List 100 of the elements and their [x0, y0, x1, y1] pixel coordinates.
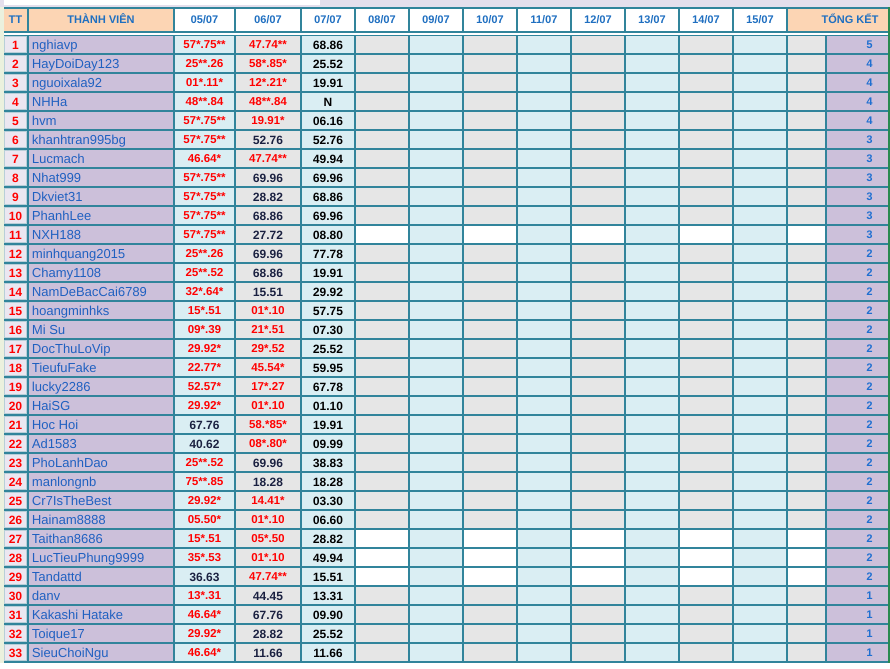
- member-name-cell: Mi Su: [28, 321, 173, 338]
- score-cell: 01*.11*: [174, 74, 234, 91]
- score-cell: 08*.80*: [236, 435, 300, 452]
- score-cell: 15*.51: [174, 530, 234, 547]
- member-name-cell: Toique17: [28, 625, 173, 642]
- total-cell: 4: [826, 93, 888, 110]
- row-number-cell: 13: [4, 264, 27, 281]
- column-header: 08/07: [356, 9, 408, 31]
- total-cell: 2: [826, 397, 888, 414]
- score-cell: 36.63: [174, 568, 234, 585]
- score-cell: 49.94: [302, 549, 354, 566]
- score-cell: 25**.26: [174, 55, 234, 72]
- column-header: 06/07: [236, 9, 300, 31]
- total-cell: 3: [826, 188, 888, 205]
- score-cell: 69.96: [236, 454, 300, 471]
- column-header: 13/07: [626, 9, 678, 31]
- score-cell: 05*.50: [236, 530, 300, 547]
- score-cell: 57*.75**: [174, 226, 234, 243]
- member-name-cell: hoangminhks: [28, 302, 173, 319]
- score-cell: 15*.51: [174, 302, 234, 319]
- score-cell: 69.96: [302, 169, 354, 186]
- score-cell: 52.76: [236, 131, 300, 148]
- score-cell: 47.74**: [236, 36, 300, 53]
- member-name-cell: Kakashi Hatake: [28, 606, 173, 623]
- score-cell: 47.74**: [236, 150, 300, 167]
- column-header: 12/07: [572, 9, 624, 31]
- score-cell: 57*.75**: [174, 169, 234, 186]
- score-cell: 29.92*: [174, 625, 234, 642]
- total-cell: 4: [826, 112, 888, 129]
- score-cell: 01*.10: [236, 397, 300, 414]
- score-cell: 12*.21*: [236, 74, 300, 91]
- score-cell: 01*.10: [236, 511, 300, 528]
- total-cell: 2: [826, 473, 888, 490]
- member-name-cell: PhanhLee: [28, 207, 173, 224]
- score-cell: 25**.52: [174, 264, 234, 281]
- score-cell: 22.77*: [174, 359, 234, 376]
- score-cell: 15.51: [302, 568, 354, 585]
- score-cell: 29.92*: [174, 397, 234, 414]
- score-cell: 09*.39: [174, 321, 234, 338]
- score-cell: 25.52: [302, 55, 354, 72]
- member-name-cell: danv: [28, 587, 173, 604]
- row-number-cell: 8: [4, 169, 27, 186]
- score-cell: 58.*85*: [236, 416, 300, 433]
- score-cell: 35*.53: [174, 549, 234, 566]
- score-cell: 01.10: [302, 397, 354, 414]
- row-number-cell: 15: [4, 302, 27, 319]
- total-cell: 4: [826, 55, 888, 72]
- score-cell: 13*.31: [174, 587, 234, 604]
- member-name-cell: Lucmach: [28, 150, 173, 167]
- row-number-cell: 27: [4, 530, 27, 547]
- row-number-cell: 20: [4, 397, 27, 414]
- total-cell: 2: [826, 492, 888, 509]
- row-number-cell: 1: [4, 36, 27, 53]
- member-name-cell: Tandattd: [28, 568, 173, 585]
- member-name-cell: DocThuLoVip: [28, 340, 173, 357]
- row-number-cell: 31: [4, 606, 27, 623]
- row-number-cell: 4: [4, 93, 27, 110]
- member-name-cell: Taithan8686: [28, 530, 173, 547]
- score-cell: 68.86: [302, 36, 354, 53]
- score-cell: 07.30: [302, 321, 354, 338]
- score-cell: 01*.10: [236, 549, 300, 566]
- score-cell: 57*.75**: [174, 36, 234, 53]
- total-cell: 3: [826, 207, 888, 224]
- score-cell: 48**.84: [236, 93, 300, 110]
- member-name-cell: SieuChoiNgu: [28, 644, 173, 661]
- score-cell: 29*.52: [236, 340, 300, 357]
- score-cell: 38.83: [302, 454, 354, 471]
- column-header: THÀNH VIÊN: [28, 9, 173, 31]
- row-number-cell: 16: [4, 321, 27, 338]
- score-cell: 44.45: [236, 587, 300, 604]
- total-cell: 2: [826, 359, 888, 376]
- score-cell: 57*.75**: [174, 131, 234, 148]
- column-header: TT: [4, 9, 27, 31]
- total-cell: 2: [826, 549, 888, 566]
- total-cell: 2: [826, 530, 888, 547]
- score-cell: 46.64*: [174, 150, 234, 167]
- row-number-cell: 18: [4, 359, 27, 376]
- member-name-cell: PhoLanhDao: [28, 454, 173, 471]
- score-cell: 19.91: [302, 74, 354, 91]
- score-cell: 19.91: [302, 264, 354, 281]
- row-number-cell: 28: [4, 549, 27, 566]
- score-cell: 69.96: [236, 169, 300, 186]
- member-name-cell: lucky2286: [28, 378, 173, 395]
- score-cell: 28.82: [236, 625, 300, 642]
- row-number-cell: 5: [4, 112, 27, 129]
- score-cell: 57.75: [302, 302, 354, 319]
- member-name-cell: minhquang2015: [28, 245, 173, 262]
- score-cell: N: [302, 93, 354, 110]
- member-name-cell: nguoixala92: [28, 74, 173, 91]
- total-cell: 2: [826, 378, 888, 395]
- score-cell: 40.62: [174, 435, 234, 452]
- member-name-cell: NamDeBacCai6789: [28, 283, 173, 300]
- score-cell: 03.30: [302, 492, 354, 509]
- score-cell: 29.92*: [174, 492, 234, 509]
- column-header: 15/07: [734, 9, 786, 31]
- row-number-cell: 19: [4, 378, 27, 395]
- row-number-cell: 30: [4, 587, 27, 604]
- row-number-cell: 21: [4, 416, 27, 433]
- total-cell: 2: [826, 321, 888, 338]
- total-cell: 2: [826, 245, 888, 262]
